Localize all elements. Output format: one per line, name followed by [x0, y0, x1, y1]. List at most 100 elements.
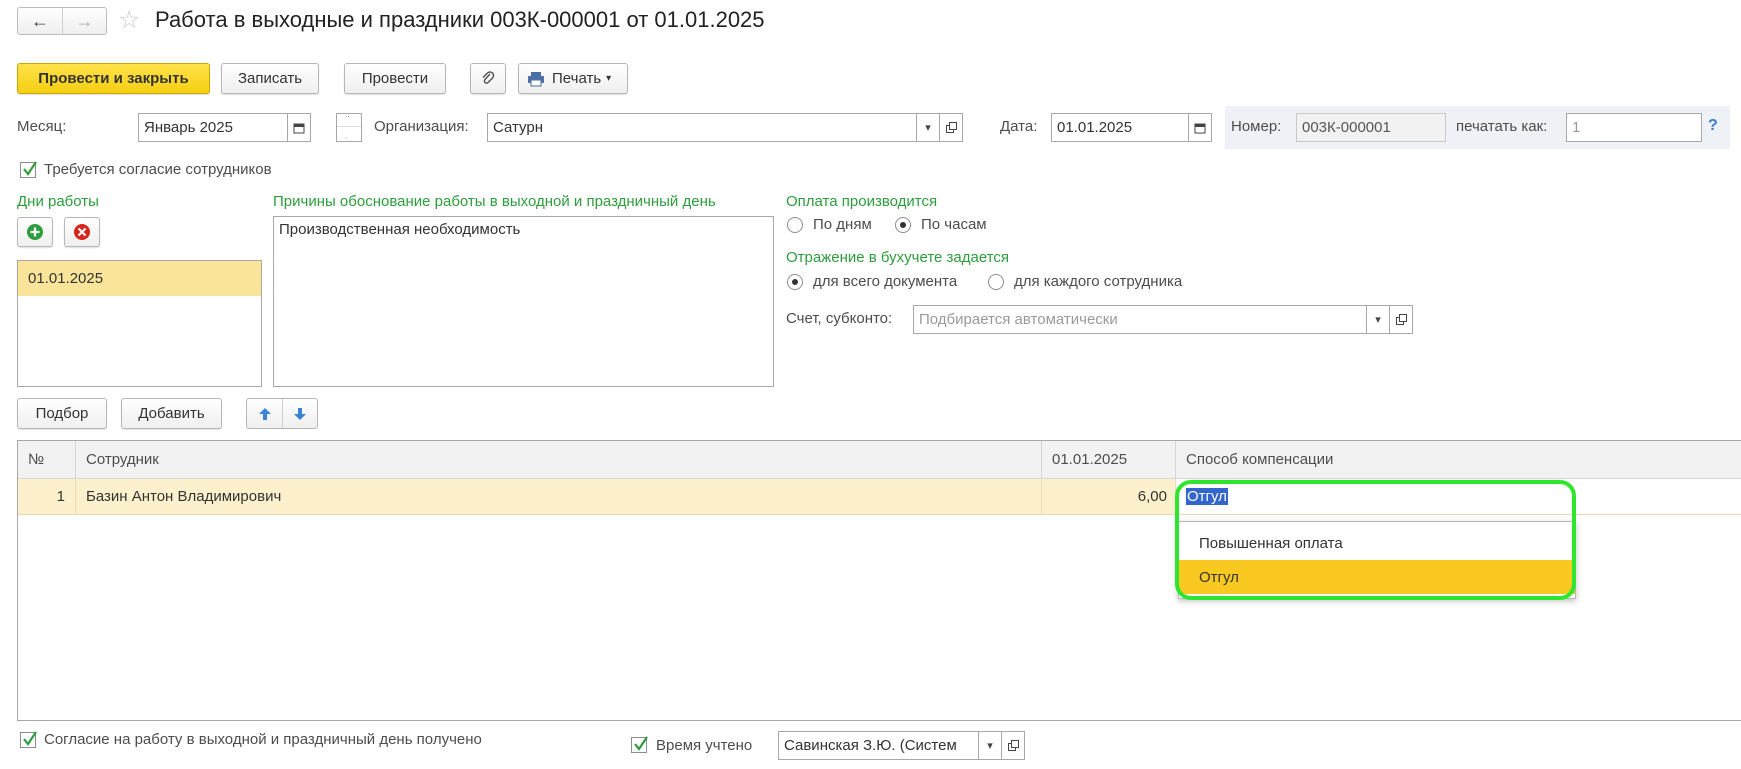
number-field: 003К-000001 [1296, 113, 1446, 142]
dropdown-option-increased-pay[interactable]: Повышенная оплата [1179, 526, 1575, 560]
date-label: Дата: [1000, 118, 1038, 135]
chevron-down-icon: ▾ [606, 73, 612, 84]
arrow-left-icon: ← [31, 10, 49, 31]
month-value: Январь 2025 [144, 119, 233, 136]
plus-circle-icon [27, 224, 43, 240]
page-title: Работа в выходные и праздники 003К-00000… [155, 7, 765, 32]
open-window-icon [1007, 740, 1019, 751]
payment-by-hours-radio[interactable] [895, 217, 911, 233]
add-row-button[interactable]: Добавить [121, 398, 222, 429]
reasons-text: Производственная необходимость [279, 221, 521, 238]
move-buttons [246, 398, 318, 429]
account-field[interactable]: Подбирается автоматически ▾ [913, 305, 1413, 334]
responsible-value: Савинская З.Ю. (Систем [784, 737, 957, 754]
work-days-list[interactable]: 01.01.2025 [17, 260, 262, 387]
column-header-num[interactable]: № [18, 441, 76, 479]
date-value: 01.01.2025 [1057, 119, 1133, 136]
post-and-close-button[interactable]: Провести и закрыть [17, 63, 210, 94]
reasons-title: Причины обоснование работы в выходной и … [273, 193, 716, 210]
print-as-field[interactable]: 1 [1566, 113, 1702, 142]
calendar-button[interactable] [287, 114, 310, 141]
payment-title: Оплата производится [786, 193, 938, 210]
cell-hours[interactable]: 6,00 [1042, 479, 1176, 515]
attach-button[interactable] [470, 63, 506, 94]
account-placeholder: Подбирается автоматически [919, 311, 1118, 328]
month-stepper[interactable]: ˙ ̣ [336, 113, 362, 142]
forward-button[interactable]: → [63, 8, 106, 34]
compensation-value-selected: Отгул [1186, 488, 1228, 505]
arrow-right-icon: → [75, 10, 94, 31]
organization-open-button[interactable] [939, 114, 962, 141]
checkmark-icon [23, 161, 37, 176]
pick-button[interactable]: Подбор [17, 398, 107, 429]
calendar-icon [1194, 123, 1206, 133]
accounting-each-employee-label: для каждого сотрудника [1014, 273, 1183, 290]
save-button[interactable]: Записать [221, 63, 319, 94]
consent-required-label: Требуется согласие сотрудников [44, 161, 272, 178]
paperclip-icon [482, 70, 495, 84]
accounting-whole-doc-radio[interactable] [787, 274, 803, 290]
nav-buttons: ← → [17, 7, 107, 35]
compensation-dropdown[interactable]: Повышенная оплата Отгул [1178, 521, 1576, 599]
help-icon[interactable]: ? [1708, 117, 1718, 135]
month-field[interactable]: Январь 2025 [138, 113, 311, 142]
account-open-button[interactable] [1389, 306, 1412, 333]
stepper-up-icon[interactable]: ˙ [337, 114, 361, 127]
time-counted-label: Время учтено [656, 737, 753, 754]
consent-received-checkbox[interactable] [20, 731, 37, 748]
cell-employee[interactable]: Базин Антон Владимирович [76, 479, 1042, 515]
delete-circle-icon [74, 224, 90, 240]
chevron-down-icon: ▾ [925, 122, 931, 134]
cell-num[interactable]: 1 [18, 479, 76, 515]
organization-dropdown-button[interactable]: ▾ [916, 114, 940, 141]
print-button[interactable]: Печать ▾ [518, 63, 628, 94]
arrow-down-icon [294, 407, 306, 420]
chevron-down-icon: ▾ [987, 740, 993, 752]
stepper-down-icon[interactable]: ̣ [337, 128, 361, 141]
accounting-whole-doc-label: для всего документа [813, 273, 958, 290]
add-day-button[interactable] [17, 217, 53, 247]
open-window-icon [1395, 314, 1407, 325]
responsible-field[interactable]: Савинская З.Ю. (Систем ▾ [778, 731, 1025, 760]
account-label: Счет, субконто: [786, 310, 893, 327]
column-header-employee[interactable]: Сотрудник [76, 441, 1042, 479]
back-button[interactable]: ← [18, 8, 63, 34]
organization-field[interactable]: Сатурн ▾ [487, 113, 963, 142]
print-as-label: печатать как: [1456, 118, 1548, 135]
move-down-button[interactable] [283, 399, 317, 428]
calendar-icon [293, 123, 305, 133]
organization-value: Сатурн [493, 119, 544, 136]
accounting-each-employee-radio[interactable] [988, 274, 1004, 290]
number-label: Номер: [1231, 118, 1282, 135]
payment-by-days-label: По дням [813, 216, 872, 233]
responsible-dropdown-button[interactable]: ▾ [978, 732, 1002, 759]
column-header-date[interactable]: 01.01.2025 [1042, 441, 1176, 479]
dropdown-option-day-off[interactable]: Отгул [1179, 560, 1575, 594]
account-dropdown-button[interactable]: ▾ [1366, 306, 1390, 333]
reasons-textarea[interactable]: Производственная необходимость [273, 216, 774, 387]
post-button[interactable]: Провести [344, 63, 446, 94]
open-window-icon [945, 122, 957, 133]
date-calendar-button[interactable] [1188, 114, 1211, 141]
number-value: 003К-000001 [1302, 119, 1391, 136]
checkmark-icon [634, 736, 648, 751]
favorite-star-icon[interactable]: ☆ [118, 5, 140, 35]
work-days-title: Дни работы [17, 193, 99, 210]
remove-day-button[interactable] [64, 217, 100, 247]
responsible-open-button[interactable] [1001, 732, 1024, 759]
payment-by-hours-label: По часам [921, 216, 987, 233]
arrow-up-icon [258, 407, 271, 420]
payment-by-days-radio[interactable] [787, 217, 803, 233]
time-counted-checkbox[interactable] [631, 736, 648, 753]
move-up-button[interactable] [247, 399, 283, 428]
print-label: Печать [552, 70, 602, 87]
date-field[interactable]: 01.01.2025 [1051, 113, 1212, 142]
printer-icon [528, 71, 544, 86]
consent-required-checkbox[interactable] [20, 161, 37, 178]
column-header-compensation[interactable]: Способ компенсации [1176, 441, 1741, 479]
list-item[interactable]: 01.01.2025 [18, 261, 261, 296]
month-label: Месяц: [17, 118, 67, 135]
organization-label: Организация: [374, 118, 469, 135]
cell-compensation[interactable]: Отгул [1176, 479, 1741, 515]
chevron-down-icon: ▾ [1375, 314, 1381, 326]
